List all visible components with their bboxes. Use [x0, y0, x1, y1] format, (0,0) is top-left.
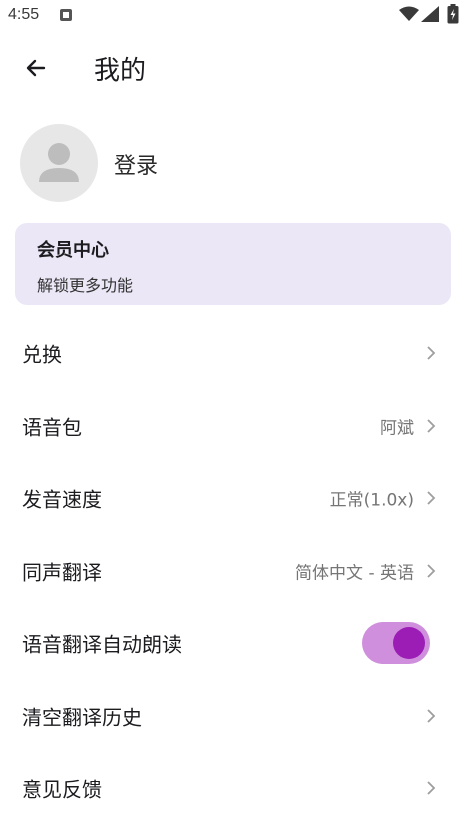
chevron-right-icon — [427, 346, 436, 360]
vip-title: 会员中心 — [37, 240, 109, 261]
avatar[interactable] — [20, 124, 98, 202]
status-time: 4:55 — [8, 6, 40, 23]
menu-item-feedback[interactable]: 意见反馈 — [0, 752, 466, 824]
chevron-right-icon — [427, 419, 436, 433]
auto-read-toggle[interactable] — [362, 622, 430, 664]
menu-label: 语音翻译自动朗读 — [22, 632, 182, 657]
menu-value: 简体中文 - 英语 — [295, 563, 414, 584]
vip-center-card[interactable]: 会员中心 解锁更多功能 — [15, 223, 451, 305]
battery-charging-icon — [447, 4, 459, 24]
chevron-right-icon — [427, 781, 436, 795]
my-page: 4:55 我的 登录 会员中心 解锁更多功能 兑换 语音包 阿斌 发音速度 正常… — [0, 0, 466, 830]
person-icon — [39, 143, 79, 182]
arrow-left-icon — [26, 59, 46, 77]
chevron-right-icon — [427, 491, 436, 505]
app-header: 我的 — [0, 40, 466, 96]
cell-signal-icon — [421, 6, 439, 22]
menu-label: 意见反馈 — [22, 777, 102, 802]
status-bar: 4:55 — [0, 0, 466, 32]
menu-label: 发音速度 — [22, 487, 102, 512]
menu-value: 正常(1.0x) — [329, 490, 414, 511]
wifi-icon — [399, 6, 419, 21]
menu-label: 兑换 — [22, 342, 62, 367]
page-title: 我的 — [94, 56, 147, 86]
login-row[interactable]: 登录 — [20, 124, 440, 204]
vip-subtitle: 解锁更多功能 — [37, 276, 134, 295]
menu-value: 阿斌 — [380, 418, 414, 439]
login-label: 登录 — [114, 154, 159, 179]
menu-label: 清空翻译历史 — [22, 705, 142, 730]
menu-item-auto-read: 语音翻译自动朗读 — [0, 607, 466, 679]
menu-item-voice-pack[interactable]: 语音包 阿斌 — [0, 390, 466, 462]
toggle-knob — [393, 627, 425, 659]
menu-item-clear-history[interactable]: 清空翻译历史 — [0, 680, 466, 752]
chevron-right-icon — [427, 564, 436, 578]
menu-label: 同声翻译 — [22, 560, 102, 585]
menu-label: 语音包 — [22, 415, 82, 440]
chevron-right-icon — [427, 709, 436, 723]
menu-item-speech-speed[interactable]: 发音速度 正常(1.0x) — [0, 462, 466, 534]
menu-item-redeem[interactable]: 兑换 — [0, 317, 466, 389]
back-button[interactable] — [16, 48, 56, 88]
a-square-icon — [60, 9, 72, 21]
menu-item-simultaneous-translation[interactable]: 同声翻译 简体中文 - 英语 — [0, 535, 466, 607]
